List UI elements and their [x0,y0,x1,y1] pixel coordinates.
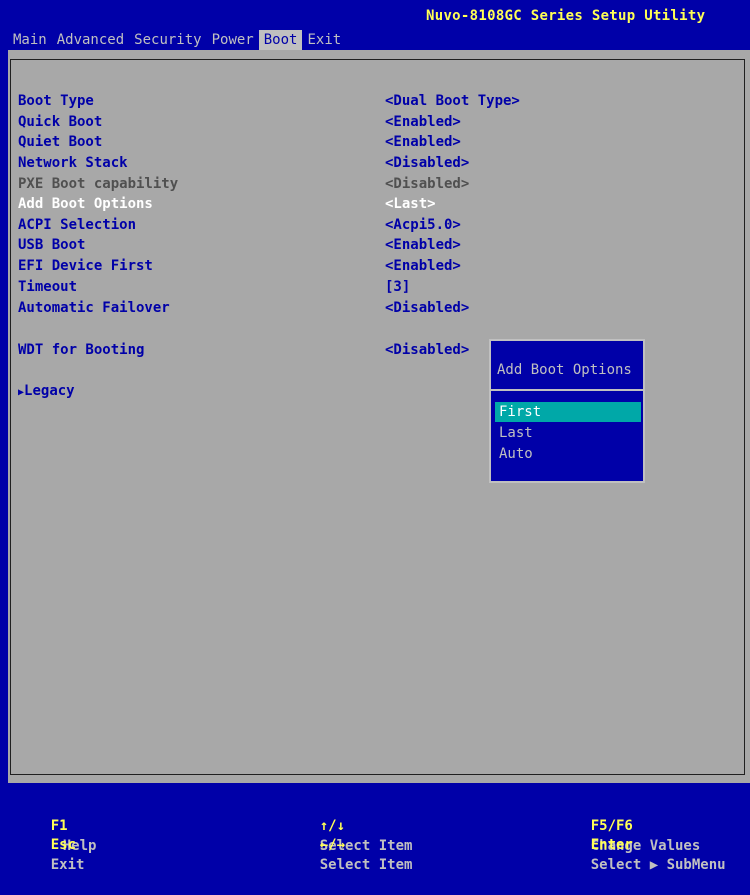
setting-value[interactable]: <Enabled> [385,235,461,255]
footer-select-menu: ←/→ Select Item [286,815,413,873]
setting-label: Boot Type [18,93,94,109]
left-right-arrows-icon: ←/→ [319,837,346,853]
setting-value[interactable]: <Acpi5.0> [385,215,461,235]
setting-value[interactable]: <Enabled> [385,112,461,132]
setting-add-boot-options[interactable]: Add Boot Options <Last> [18,194,738,214]
popup-title: Add Boot Options [497,362,632,378]
setting-automatic-failover[interactable]: Automatic Failover <Disabled> [18,298,738,318]
setting-label: ACPI Selection [18,217,137,233]
setting-value[interactable]: <Enabled> [385,132,461,152]
tab-security[interactable]: Security [129,30,206,50]
setting-label: Quiet Boot [18,134,103,150]
setting-acpi-selection[interactable]: ACPI Selection <Acpi5.0> [18,215,738,235]
popup-divider [491,389,643,391]
select-menu-label: Select Item [319,857,413,873]
footer-change-values: F5/F6 Change Values [557,796,701,854]
setting-value[interactable]: <Disabled> [385,340,469,360]
exit-label: Exit [50,857,85,873]
setting-label: PXE Boot capability [18,176,179,192]
tab-exit[interactable]: Exit [302,30,346,50]
setting-efi-device-first[interactable]: EFI Device First <Enabled> [18,256,738,276]
setting-boot-type[interactable]: Boot Type <Dual Boot Type> [18,91,738,111]
footer-select-item: ↑/↓ Select Item [286,796,413,854]
setting-pxe-boot-capability: PXE Boot capability <Disabled> [18,174,738,194]
tab-main[interactable]: Main [8,30,52,50]
setting-value[interactable]: <Last> [385,194,436,214]
setting-value[interactable]: <Disabled> [385,298,469,318]
setting-label: Add Boot Options [18,196,153,212]
submenu-legacy-label: Legacy [24,383,75,399]
enter-key: Enter [590,837,633,853]
setting-usb-boot[interactable]: USB Boot <Enabled> [18,235,738,255]
setting-label: Quick Boot [18,114,103,130]
footer-help: F1 Help [17,796,97,854]
setting-label: WDT for Booting [18,342,145,358]
app-title: Nuvo-8108GC Series Setup Utility [426,8,706,24]
setting-label: Automatic Failover [18,300,170,316]
popup-option-auto[interactable]: Auto [495,444,641,464]
setting-quick-boot[interactable]: Quick Boot <Enabled> [18,112,738,132]
setting-timeout[interactable]: Timeout [3] [18,277,738,297]
tab-advanced[interactable]: Advanced [52,30,129,50]
setting-value[interactable]: [3] [385,277,410,297]
popup-option-first[interactable]: First [495,402,641,422]
setting-value[interactable]: <Dual Boot Type> [385,91,520,111]
footer-exit: Esc Exit [17,815,85,873]
setting-label: ▶Legacy [18,381,75,403]
setting-value[interactable]: <Enabled> [385,256,461,276]
title-bar: Nuvo-8108GC Series Setup Utility Main Ad… [0,0,750,50]
menu-bar: Main Advanced Security Power Boot Exit [8,30,750,50]
setting-quiet-boot[interactable]: Quiet Boot <Enabled> [18,132,738,152]
setting-network-stack[interactable]: Network Stack <Disabled> [18,153,738,173]
popup-option-last[interactable]: Last [495,423,641,443]
select-submenu-label: Select ▶ SubMenu [590,857,726,873]
add-boot-options-popup: Add Boot Options First Last Auto [489,339,645,483]
tab-power[interactable]: Power [207,30,259,50]
setting-label: Network Stack [18,155,128,171]
footer-enter: Enter Select ▶ SubMenu [557,815,726,873]
setting-label: EFI Device First [18,258,153,274]
setting-value: <Disabled> [385,176,470,192]
setting-label: USB Boot [18,237,86,253]
tab-boot[interactable]: Boot [258,30,303,50]
footer-help-bar: F1 Help Esc Exit ↑/↓ Select Item ←/→ Sel… [0,795,750,873]
esc-key: Esc [50,837,77,853]
setting-label: Timeout [18,279,78,295]
setting-value[interactable]: <Disabled> [385,153,469,173]
